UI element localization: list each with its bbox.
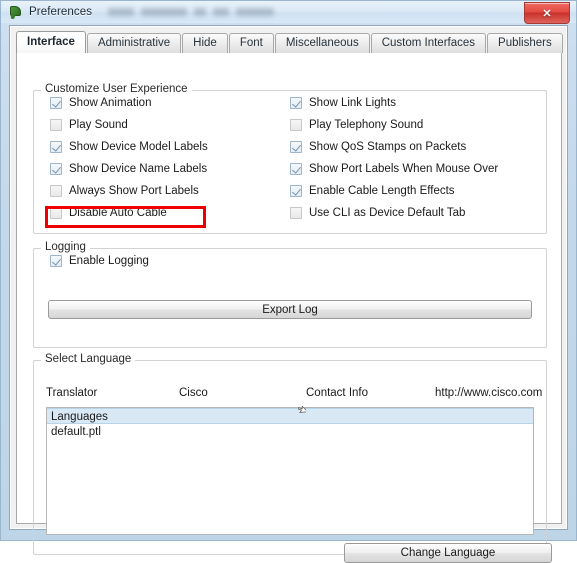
checkbox-label: Show Link Lights bbox=[309, 97, 396, 109]
checkbox-show-device-model-labels[interactable]: Show Device Model Labels bbox=[50, 139, 208, 155]
checkbox-show-qos-stamps-on-packets[interactable]: Show QoS Stamps on Packets bbox=[290, 139, 466, 155]
checkbox-label: Show Device Model Labels bbox=[69, 141, 208, 153]
list-item[interactable]: default.ptl bbox=[47, 424, 533, 440]
tab-strip: Interface Administrative Hide Font Misce… bbox=[16, 31, 563, 53]
change-language-button[interactable]: Change Language bbox=[344, 543, 552, 563]
checkbox-enable-logging[interactable]: Enable Logging bbox=[50, 253, 149, 269]
checkbox-label: Show QoS Stamps on Packets bbox=[309, 141, 467, 153]
tab-publishers[interactable]: Publishers bbox=[487, 33, 563, 53]
dialog-client-area: Interface Administrative Hide Font Misce… bbox=[9, 25, 568, 563]
list-item[interactable]: Languages bbox=[47, 408, 533, 424]
checkbox-always-show-port-labels[interactable]: Always Show Port Labels bbox=[50, 183, 199, 199]
checkbox-label: Play Sound bbox=[69, 119, 128, 131]
column-header-url: http://www.cisco.com bbox=[435, 387, 543, 399]
checkbox-label: Disable Auto Cable bbox=[69, 207, 167, 219]
checkbox-box bbox=[290, 97, 302, 109]
language-group-legend: Select Language bbox=[41, 353, 136, 365]
checkbox-label: Show Animation bbox=[69, 97, 152, 109]
checkbox-play-telephony-sound[interactable]: Play Telephony Sound bbox=[290, 117, 423, 133]
packet-tracer-icon bbox=[9, 5, 23, 19]
language-list[interactable]: Languages default.ptl bbox=[46, 407, 534, 535]
checkbox-box bbox=[290, 119, 302, 131]
checkbox-play-sound[interactable]: Play Sound bbox=[50, 117, 128, 133]
checkbox-enable-cable-length-effects[interactable]: Enable Cable Length Effects bbox=[290, 183, 455, 199]
checkbox-box bbox=[290, 207, 302, 219]
checkbox-label: Show Device Name Labels bbox=[69, 163, 208, 175]
checkbox-box bbox=[50, 185, 62, 197]
checkbox-box bbox=[290, 185, 302, 197]
checkbox-box bbox=[290, 163, 302, 175]
tab-page-interface: Customize User Experience Show Animation… bbox=[16, 53, 562, 563]
checkbox-box bbox=[50, 141, 62, 153]
checkbox-box bbox=[50, 207, 62, 219]
checkbox-disable-auto-cable[interactable]: Disable Auto Cable bbox=[50, 205, 167, 221]
checkbox-label: Play Telephony Sound bbox=[309, 119, 424, 131]
checkbox-show-animation[interactable]: Show Animation bbox=[50, 95, 151, 111]
checkbox-box bbox=[50, 97, 62, 109]
close-button[interactable]: ✕ bbox=[524, 2, 570, 24]
checkbox-label: Enable Logging bbox=[69, 255, 149, 267]
customize-group-legend: Customize User Experience bbox=[41, 83, 192, 95]
language-table-header: Translator Cisco Contact Info http://www… bbox=[46, 387, 542, 404]
checkbox-label: Use CLI as Device Default Tab bbox=[309, 207, 466, 219]
column-header-translator: Translator bbox=[46, 387, 98, 399]
column-header-cisco: Cisco bbox=[179, 387, 208, 399]
tab-font[interactable]: Font bbox=[228, 33, 274, 53]
tab-administrative[interactable]: Administrative bbox=[86, 33, 182, 53]
redacted-title-text bbox=[108, 6, 275, 18]
logging-group-legend: Logging bbox=[41, 241, 90, 253]
tab-interface[interactable]: Interface bbox=[16, 31, 86, 53]
window-title: Preferences bbox=[29, 6, 93, 18]
checkbox-box bbox=[50, 163, 62, 175]
checkbox-show-port-labels-when-mouse-over[interactable]: Show Port Labels When Mouse Over bbox=[290, 161, 498, 177]
tab-miscellaneous[interactable]: Miscellaneous bbox=[274, 33, 370, 53]
checkbox-box bbox=[50, 255, 62, 267]
column-header-contact-info: Contact Info bbox=[306, 387, 369, 399]
title-bar: Preferences ✕ bbox=[1, 1, 576, 24]
tab-hide[interactable]: Hide bbox=[182, 33, 228, 53]
checkbox-box bbox=[50, 119, 62, 131]
export-log-button[interactable]: Export Log bbox=[48, 300, 532, 319]
preferences-window: Preferences ✕ Interface Administrative H… bbox=[0, 0, 577, 563]
checkbox-show-device-name-labels[interactable]: Show Device Name Labels bbox=[50, 161, 207, 177]
checkbox-box bbox=[290, 141, 302, 153]
checkbox-use-cli-as-device-default-tab[interactable]: Use CLI as Device Default Tab bbox=[290, 205, 465, 221]
checkbox-show-link-lights[interactable]: Show Link Lights bbox=[290, 95, 396, 111]
checkbox-label: Always Show Port Labels bbox=[69, 185, 199, 197]
checkbox-label: Enable Cable Length Effects bbox=[309, 185, 455, 197]
checkbox-label: Show Port Labels When Mouse Over bbox=[309, 163, 499, 175]
tab-custom-interfaces[interactable]: Custom Interfaces bbox=[370, 33, 487, 53]
